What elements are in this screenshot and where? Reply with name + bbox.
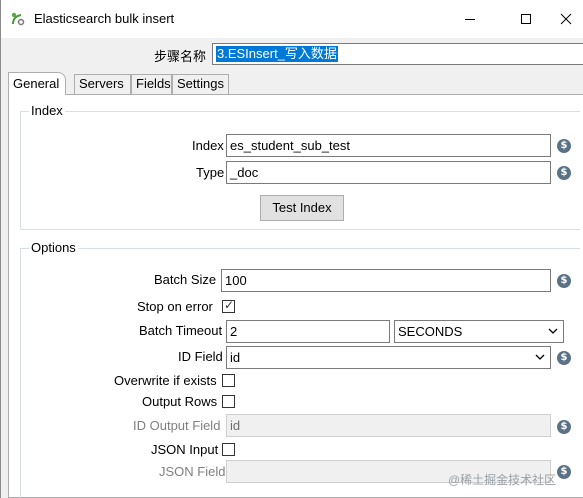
close-button[interactable]: [547, 0, 583, 38]
variable-icon[interactable]: $: [557, 465, 571, 479]
chevron-down-icon: [548, 328, 558, 334]
variable-icon[interactable]: $: [557, 274, 571, 288]
batch-size-input[interactable]: 100: [221, 269, 551, 292]
window-title: Elasticsearch bulk insert: [34, 11, 175, 26]
variable-icon[interactable]: $: [557, 351, 571, 365]
tab-bar: General Servers Fields Settings: [8, 72, 583, 95]
tab-fields[interactable]: Fields: [131, 74, 172, 94]
overwrite-checkbox[interactable]: [222, 374, 235, 387]
timeout-unit-select[interactable]: SECONDS: [394, 320, 564, 343]
index-input[interactable]: es_student_sub_test: [226, 134, 551, 157]
watermark: @稀土掘金技术社区: [448, 473, 557, 487]
tab-settings[interactable]: Settings: [172, 74, 229, 94]
id-output-field-label: ID Output Field: [133, 418, 221, 433]
minimize-icon: [465, 19, 475, 20]
id-field-value: id: [230, 350, 241, 365]
chevron-down-icon: [535, 354, 545, 360]
batch-timeout-label: Batch Timeout: [139, 323, 223, 338]
title-bar[interactable]: Elasticsearch bulk insert: [1, 0, 583, 38]
stop-on-error-checkbox[interactable]: ✓: [222, 298, 235, 313]
output-rows-label: Output Rows: [142, 394, 218, 409]
id-field-label: ID Field: [178, 349, 223, 364]
json-input-label: JSON Input: [151, 442, 219, 457]
batch-size-label: Batch Size: [154, 272, 217, 287]
dialog-content: 步骤名称 3.ESInsert_写入数据 General Servers Fie…: [2, 38, 583, 498]
close-icon: [560, 13, 571, 25]
type-input[interactable]: _doc: [226, 161, 551, 184]
variable-icon[interactable]: $: [557, 420, 571, 434]
maximize-button[interactable]: [503, 0, 549, 38]
kettle-icon: [11, 12, 25, 26]
step-name-label: 步骤名称: [154, 49, 207, 64]
json-field-label: JSON Field: [159, 464, 226, 479]
test-index-button[interactable]: Test Index: [260, 195, 344, 221]
batch-timeout-input[interactable]: 2: [226, 320, 390, 343]
maximize-icon: [521, 14, 531, 24]
index-label: Index: [192, 138, 224, 153]
id-output-field-input: id: [226, 414, 551, 437]
variable-icon[interactable]: $: [557, 166, 571, 180]
stop-on-error-label: Stop on error: [137, 299, 213, 314]
step-name-value: 3.ESInsert_写入数据: [216, 46, 338, 62]
options-group-title: Options: [29, 240, 78, 255]
id-field-select[interactable]: id: [226, 346, 551, 369]
index-group-title: Index: [29, 103, 65, 118]
general-tab-panel: Index Index es_student_sub_test $ Type _…: [8, 94, 583, 498]
tab-general[interactable]: General: [8, 72, 66, 95]
step-name-input[interactable]: 3.ESInsert_写入数据: [212, 43, 583, 65]
checkmark-icon: ✓: [224, 298, 235, 312]
dialog-window: Elasticsearch bulk insert 步骤名称 3.ESInser…: [0, 0, 583, 498]
type-label: Type: [196, 165, 225, 180]
overwrite-label: Overwrite if exists: [114, 373, 217, 388]
output-rows-checkbox[interactable]: [222, 395, 235, 408]
minimize-button[interactable]: [447, 0, 493, 38]
tab-servers[interactable]: Servers: [74, 74, 131, 94]
variable-icon[interactable]: $: [557, 139, 571, 153]
timeout-unit-value: SECONDS: [398, 324, 463, 339]
index-group: Index Index es_student_sub_test $ Type _…: [20, 103, 580, 230]
json-input-checkbox[interactable]: [222, 443, 235, 456]
options-group: Options Batch Size 100 $ Stop on error ✓…: [20, 240, 580, 498]
